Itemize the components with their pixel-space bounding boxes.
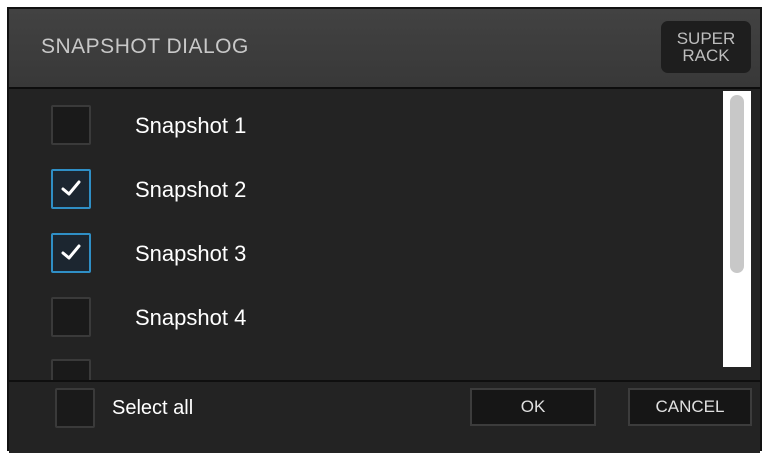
list-scrollbar[interactable] <box>723 91 751 367</box>
snapshot-3-checkbox[interactable] <box>51 233 91 273</box>
snapshot-row-5[interactable] <box>9 357 709 380</box>
dialog-header: SNAPSHOT DIALOG SUPER RACK <box>9 9 760 89</box>
snapshot-4-checkbox[interactable] <box>51 297 91 337</box>
snapshot-row-4[interactable]: Snapshot 4 <box>9 295 709 343</box>
snapshot-2-checkbox[interactable] <box>51 169 91 209</box>
select-all-label[interactable]: Select all <box>112 397 193 420</box>
snapshot-1-checkbox[interactable] <box>51 105 91 145</box>
super-rack-button[interactable]: SUPER RACK <box>661 21 751 73</box>
snapshot-1-label: Snapshot 1 <box>135 113 247 138</box>
check-icon <box>61 180 81 196</box>
super-rack-label-line1: SUPER <box>676 29 736 48</box>
scrollbar-thumb[interactable] <box>730 95 744 273</box>
snapshot-3-label: Snapshot 3 <box>135 241 247 266</box>
snapshot-list: Snapshot 1 Snapshot 2 Snapshot 3 Snapsho… <box>9 89 760 380</box>
snapshot-row-3[interactable]: Snapshot 3 <box>9 231 709 279</box>
snapshot-row-2[interactable]: Snapshot 2 <box>9 167 709 215</box>
check-icon <box>61 244 81 260</box>
select-all-checkbox[interactable] <box>55 388 95 428</box>
snapshot-4-label: Snapshot 4 <box>135 305 247 330</box>
ok-button[interactable]: OK <box>470 388 596 426</box>
snapshot-dialog: SNAPSHOT DIALOG SUPER RACK Snapshot 1 Sn… <box>7 7 762 453</box>
snapshot-5-checkbox[interactable] <box>51 359 91 380</box>
snapshot-2-label: Snapshot 2 <box>135 177 247 202</box>
super-rack-label-line2: RACK <box>682 46 730 65</box>
dialog-title: SNAPSHOT DIALOG <box>41 35 249 58</box>
cancel-button[interactable]: CANCEL <box>628 388 752 426</box>
dialog-footer: Select all OK CANCEL <box>9 380 760 453</box>
snapshot-row-1[interactable]: Snapshot 1 <box>9 103 709 151</box>
